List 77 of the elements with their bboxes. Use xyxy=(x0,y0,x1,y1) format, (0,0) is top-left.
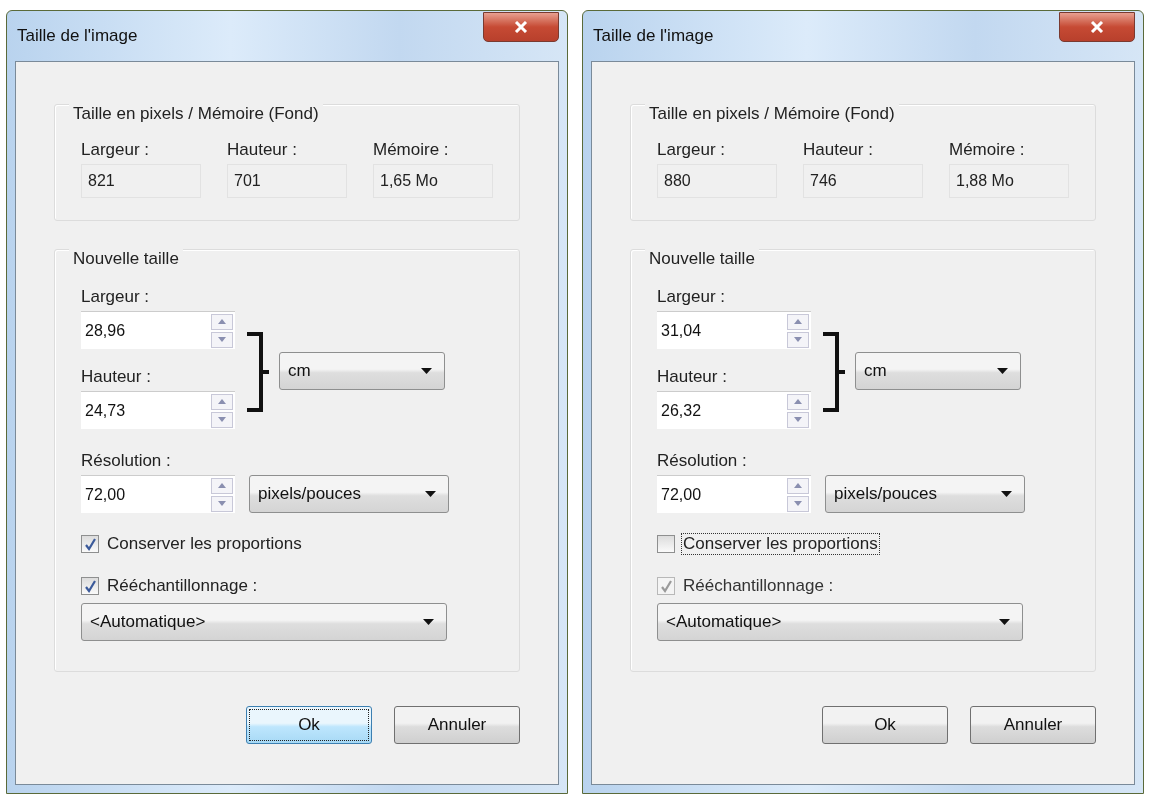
field-label: Mémoire : xyxy=(373,140,450,160)
readonly-field: 1,65 Mo xyxy=(373,164,493,198)
cancel-button[interactable]: Annuler xyxy=(970,706,1096,744)
dropdown-arrow-icon xyxy=(997,368,1008,374)
down-triangle-icon xyxy=(794,337,802,342)
checkmark-icon xyxy=(83,537,97,551)
dropdown-arrow-icon xyxy=(1001,491,1012,497)
field-label: Largeur : xyxy=(81,287,151,307)
dropdown-arrow-icon xyxy=(421,368,432,374)
unit-dropdown[interactable]: cm xyxy=(855,352,1021,390)
dropdown-arrow-icon xyxy=(425,491,436,497)
field-label: Hauteur : xyxy=(81,367,152,387)
spin-down-button[interactable] xyxy=(211,495,233,512)
spin-down-button[interactable] xyxy=(211,411,233,428)
checkbox[interactable] xyxy=(81,535,99,553)
close-button[interactable] xyxy=(1059,12,1135,42)
down-triangle-icon xyxy=(794,501,802,506)
checkbox-label[interactable]: Conserver les proportions xyxy=(681,533,880,555)
down-triangle-icon xyxy=(218,337,226,342)
spin-up-button[interactable] xyxy=(787,313,809,330)
up-triangle-icon xyxy=(218,319,226,324)
cancel-button[interactable]: Annuler xyxy=(394,706,520,744)
window-title: Taille de l'image xyxy=(16,26,138,46)
down-triangle-icon xyxy=(794,417,802,422)
field-label: Largeur : xyxy=(657,287,727,307)
field-label: Largeur : xyxy=(81,140,151,160)
spin-down-button[interactable] xyxy=(787,495,809,512)
resolution-unit-dropdown[interactable]: pixels/pouces xyxy=(249,475,449,513)
up-triangle-icon xyxy=(794,319,802,324)
group-title: Taille en pixels / Mémoire (Fond) xyxy=(69,104,323,124)
ok-button[interactable]: Ok xyxy=(246,706,372,744)
checkmark-icon xyxy=(659,579,673,593)
field-label: Hauteur : xyxy=(803,140,874,160)
spin-up-button[interactable] xyxy=(211,393,233,410)
dropdown-arrow-icon xyxy=(423,619,434,625)
close-button[interactable] xyxy=(483,12,559,42)
checkbox-label[interactable]: Conserver les proportions xyxy=(105,533,304,555)
spin-up-button[interactable] xyxy=(211,477,233,494)
checkmark-icon xyxy=(83,579,97,593)
checkbox-label[interactable]: Rééchantillonnage : xyxy=(105,575,260,597)
up-triangle-icon xyxy=(794,399,802,404)
readonly-field: 701 xyxy=(227,164,347,198)
field-label: Largeur : xyxy=(657,140,727,160)
ok-button[interactable]: Ok xyxy=(822,706,948,744)
field-label: Mémoire : xyxy=(949,140,1026,160)
down-triangle-icon xyxy=(218,501,226,506)
link-bracket-icon xyxy=(823,332,847,412)
unit-dropdown[interactable]: cm xyxy=(279,352,445,390)
resolution-unit-dropdown[interactable]: pixels/pouces xyxy=(825,475,1025,513)
readonly-field: 821 xyxy=(81,164,201,198)
spin-up-button[interactable] xyxy=(787,477,809,494)
close-icon xyxy=(514,21,528,33)
up-triangle-icon xyxy=(218,399,226,404)
up-triangle-icon xyxy=(794,483,802,488)
spin-down-button[interactable] xyxy=(787,331,809,348)
field-label: Hauteur : xyxy=(227,140,298,160)
spin-up-button[interactable] xyxy=(787,393,809,410)
link-bracket-icon xyxy=(247,332,271,412)
dropdown-arrow-icon xyxy=(999,619,1010,625)
group-title: Taille en pixels / Mémoire (Fond) xyxy=(645,104,899,124)
resampling-method-dropdown[interactable]: <Automatique> xyxy=(657,603,1023,641)
window-title: Taille de l'image xyxy=(592,26,714,46)
checkbox[interactable] xyxy=(81,577,99,595)
spin-down-button[interactable] xyxy=(787,411,809,428)
checkbox[interactable] xyxy=(657,535,675,553)
up-triangle-icon xyxy=(218,483,226,488)
readonly-field: 1,88 Mo xyxy=(949,164,1069,198)
readonly-field: 746 xyxy=(803,164,923,198)
spin-down-button[interactable] xyxy=(211,331,233,348)
spin-up-button[interactable] xyxy=(211,313,233,330)
field-label: Hauteur : xyxy=(657,367,728,387)
down-triangle-icon xyxy=(218,417,226,422)
field-label: Résolution : xyxy=(81,451,172,471)
field-label: Résolution : xyxy=(657,451,748,471)
close-icon xyxy=(1090,21,1104,33)
resampling-method-dropdown[interactable]: <Automatique> xyxy=(81,603,447,641)
readonly-field: 880 xyxy=(657,164,777,198)
